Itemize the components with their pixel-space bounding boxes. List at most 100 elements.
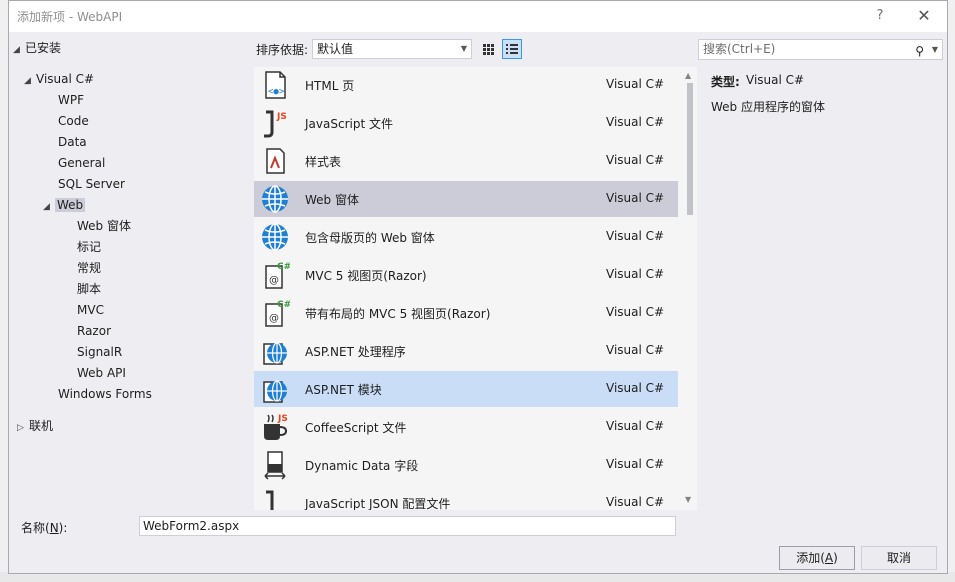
globe-doc-icon <box>263 342 287 365</box>
template-name: MVC 5 视图页(Razor) <box>305 269 427 283</box>
name-field[interactable]: WebForm2.aspx <box>139 516 676 536</box>
list-scrollbar[interactable]: ▲ ▼ <box>682 67 697 510</box>
cancel-button[interactable]: 取消 <box>861 546 937 570</box>
globe-icon <box>262 185 288 213</box>
dynamic-data-icon <box>264 451 286 480</box>
globe-icon <box>262 223 288 251</box>
html-page-icon: <●> <box>265 71 286 99</box>
title-bar: 添加新项 - WebAPI ? ✕ <box>9 1 947 32</box>
svg-text:JS: JS <box>276 112 287 122</box>
sort-dropdown[interactable]: 默认值 ▼ <box>312 39 472 59</box>
tree-item-general-web[interactable]: 常规 <box>77 258 101 278</box>
scroll-thumb[interactable] <box>687 83 693 215</box>
tree-item-wpf[interactable]: WPF <box>58 90 84 110</box>
tree-item-label: Web <box>55 198 86 212</box>
grid-view-button[interactable] <box>478 39 498 59</box>
svg-text:C#: C# <box>277 262 290 272</box>
svg-text:@: @ <box>269 313 279 324</box>
template-name: JavaScript JSON 配置文件 <box>305 497 451 510</box>
list-item[interactable]: ASP.NET 处理程序 Visual C# <box>254 333 678 369</box>
list-view-button[interactable] <box>502 39 522 59</box>
globe-doc-icon <box>263 380 287 403</box>
tree-item-markup[interactable]: 标记 <box>77 237 101 257</box>
template-name: ASP.NET 处理程序 <box>305 345 406 359</box>
list-item[interactable]: Dynamic Data 字段 Visual C# <box>254 447 678 483</box>
add-button[interactable]: 添加(A) <box>779 546 855 570</box>
tree-item-razor[interactable]: Razor <box>77 321 111 341</box>
svg-text:C#: C# <box>277 300 290 310</box>
template-language: Visual C# <box>606 419 665 433</box>
close-button[interactable]: ✕ <box>909 4 939 28</box>
template-language: Visual C# <box>606 457 665 471</box>
name-label: 名称(N): <box>21 521 68 535</box>
template-name: 包含母版页的 Web 窗体 <box>305 231 435 245</box>
expanded-caret-icon[interactable]: ◢ <box>43 197 55 217</box>
search-input[interactable]: 搜索(Ctrl+E) ⚲ ▼ <box>698 39 943 60</box>
detail-type-value: Visual C# <box>746 73 805 87</box>
template-language: Visual C# <box>606 153 665 167</box>
tree-item-windows-forms[interactable]: Windows Forms <box>58 384 152 404</box>
scroll-down-icon[interactable]: ▼ <box>685 495 691 504</box>
tree-item-data[interactable]: Data <box>58 132 87 152</box>
tree-item-online[interactable]: ▷ 联机 <box>17 416 53 436</box>
list-item[interactable]: Web 窗体 Visual C# <box>254 181 678 217</box>
tree-item-visual-csharp[interactable]: ◢ Visual C# <box>24 69 94 89</box>
tree-item-installed[interactable]: ◢ 已安装 <box>13 38 61 58</box>
tree-item-label: Visual C# <box>36 72 95 86</box>
list-item[interactable]: 样式表 Visual C# <box>254 143 678 179</box>
tree-item-label: 联机 <box>29 419 54 433</box>
window-title: 添加新项 - WebAPI <box>17 10 123 24</box>
list-item[interactable]: @ C# MVC 5 视图页(Razor) Visual C# <box>254 257 678 293</box>
tree-item-web-api[interactable]: Web API <box>77 363 126 383</box>
template-language: Visual C# <box>606 191 665 205</box>
grid-view-icon <box>483 44 494 55</box>
template-tree: ◢ 已安装 ◢ Visual C# WPF Code Data General SQ… <box>9 32 254 512</box>
list-item[interactable]: ASP.NET 模块 Visual C# <box>254 371 678 407</box>
template-name: ASP.NET 模块 <box>305 383 382 397</box>
list-item[interactable]: JS JavaScript 文件 Visual C# <box>254 105 678 141</box>
tree-item-script[interactable]: 脚本 <box>77 279 101 299</box>
tree-item-web-forms[interactable]: Web 窗体 <box>77 216 131 236</box>
tree-item-web[interactable]: ◢ Web <box>43 195 86 217</box>
template-language: Visual C# <box>606 267 665 281</box>
razor-view-icon: @ C# <box>265 300 290 327</box>
stylesheet-icon <box>266 148 285 174</box>
tree-item-mvc[interactable]: MVC <box>77 300 104 320</box>
help-button[interactable]: ? <box>869 6 891 26</box>
razor-view-icon: @ C# <box>265 262 290 289</box>
scroll-up-icon[interactable]: ▲ <box>685 71 691 80</box>
template-language: Visual C# <box>606 495 665 509</box>
expanded-caret-icon[interactable]: ◢ <box>24 71 36 91</box>
javascript-file-icon: JS <box>264 110 287 138</box>
list-item[interactable]: JS CoffeeScript 文件 Visual C# <box>254 409 678 445</box>
list-item[interactable]: @ C# 带有布局的 MVC 5 视图页(Razor) Visual C# <box>254 295 678 331</box>
dropdown-arrow-icon[interactable]: ▼ <box>932 40 938 59</box>
tree-item-signalr[interactable]: SignalR <box>77 342 122 362</box>
template-language: Visual C# <box>606 305 665 319</box>
template-language: Visual C# <box>606 381 665 395</box>
detail-type-label: 类型: <box>711 75 740 89</box>
dropdown-arrow-icon: ▼ <box>460 44 467 53</box>
list-item[interactable]: <●> HTML 页 Visual C# <box>254 67 678 103</box>
template-name: CoffeeScript 文件 <box>305 421 407 435</box>
template-name: JavaScript 文件 <box>305 117 393 131</box>
tree-item-general[interactable]: General <box>58 153 105 173</box>
sort-value: 默认值 <box>317 42 354 56</box>
template-language: Visual C# <box>606 343 665 357</box>
template-name: Web 窗体 <box>305 193 359 207</box>
svg-text:<●>: <●> <box>268 87 285 97</box>
template-name: HTML 页 <box>305 79 355 93</box>
list-item[interactable]: 包含母版页的 Web 窗体 Visual C# <box>254 219 678 255</box>
tree-item-label: 已安装 <box>25 41 62 55</box>
template-language: Visual C# <box>606 229 665 243</box>
tree-item-code[interactable]: Code <box>58 111 89 131</box>
template-list: <●> HTML 页 Visual C# JS JavaScript 文件 Vi… <box>254 67 697 510</box>
svg-text:@: @ <box>269 275 279 286</box>
template-name: 样式表 <box>305 155 342 169</box>
tree-item-sql-server[interactable]: SQL Server <box>58 174 125 194</box>
list-item[interactable]: JavaScript JSON 配置文件 Visual C# <box>254 485 678 510</box>
collapsed-caret-icon[interactable]: ▷ <box>17 418 29 438</box>
search-icon[interactable]: ⚲ <box>915 42 924 61</box>
expanded-caret-icon[interactable]: ◢ <box>13 40 25 60</box>
coffeescript-icon: JS <box>264 414 288 440</box>
